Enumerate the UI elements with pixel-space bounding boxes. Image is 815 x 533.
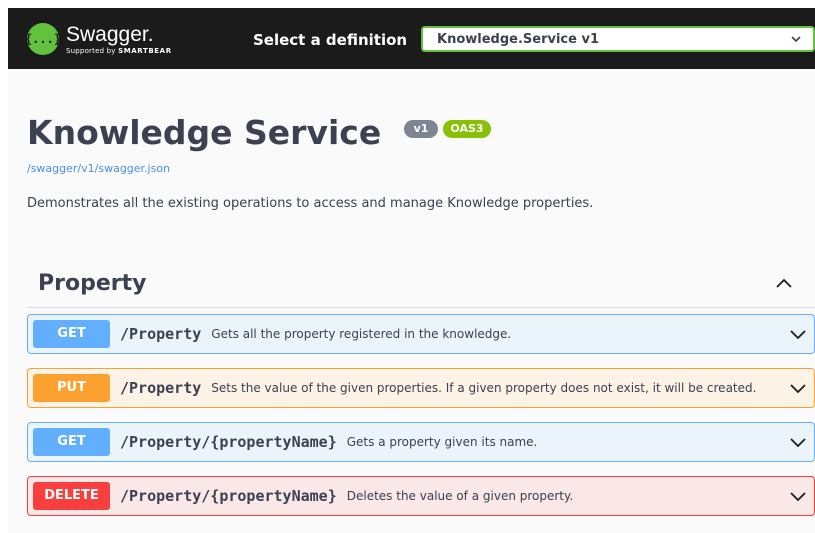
swagger-logo[interactable]: {...} Swagger. Supported by SMARTBEAR — [25, 21, 172, 57]
operation-path: /Property — [120, 325, 202, 343]
chevron-down-icon[interactable] — [790, 328, 806, 340]
version-badge: v1 — [404, 120, 438, 138]
swagger-logo-icon: {...} — [25, 23, 61, 55]
chevron-down-icon[interactable] — [790, 382, 806, 394]
operation-delete-property-by-name[interactable]: DELETE /Property/{propertyName} Deletes … — [27, 476, 815, 516]
chevron-down-icon — [791, 36, 801, 43]
operation-summary: Sets the value of the given properties. … — [211, 381, 757, 395]
logo-sub-brand: SMARTBEAR — [118, 46, 172, 55]
top-bar: {...} Swagger. Supported by SMARTBEAR Se… — [8, 8, 815, 69]
method-badge-get: GET — [33, 320, 110, 348]
operation-get-property-by-name[interactable]: GET /Property/{propertyName} Gets a prop… — [27, 422, 815, 462]
method-badge-get: GET — [33, 428, 110, 456]
operation-put-property[interactable]: PUT /Property Sets the value of the give… — [27, 368, 815, 408]
operation-path: /Property/{propertyName} — [120, 433, 337, 451]
method-badge-delete: DELETE — [33, 482, 110, 510]
swagger-page: {...} Swagger. Supported by SMARTBEAR Se… — [8, 8, 815, 533]
definition-selected-value: Knowledge.Service v1 — [437, 31, 599, 47]
api-description: Demonstrates all the existing operations… — [27, 196, 594, 211]
chevron-down-icon[interactable] — [790, 436, 806, 448]
definition-select[interactable]: Knowledge.Service v1 — [421, 26, 815, 52]
logo-sub-prefix: Supported by — [66, 46, 116, 55]
page-title: Knowledge Service — [27, 113, 382, 152]
operation-summary: Gets all the property registered in the … — [211, 327, 512, 341]
operation-path: /Property/{propertyName} — [120, 487, 337, 505]
operation-summary: Gets a property given its name. — [346, 435, 538, 449]
operation-get-property[interactable]: GET /Property Gets all the property regi… — [27, 314, 815, 354]
tag-header-property[interactable]: Property — [27, 260, 815, 308]
spec-url-link[interactable]: /swagger/v1/swagger.json — [27, 162, 170, 175]
method-badge-put: PUT — [33, 374, 110, 402]
logo-subtitle: Supported by SMARTBEAR — [66, 46, 172, 55]
chevron-down-icon[interactable] — [790, 490, 806, 502]
chevron-up-icon[interactable] — [775, 277, 793, 289]
logo-name: Swagger. — [66, 22, 154, 46]
operation-path: /Property — [120, 379, 202, 397]
definition-label: Select a definition — [253, 31, 408, 49]
tag-name: Property — [38, 271, 147, 296]
oas-badge: OAS3 — [443, 120, 491, 138]
operation-summary: Deletes the value of a given property. — [346, 489, 574, 503]
logo-text: Swagger. Supported by SMARTBEAR — [66, 24, 172, 55]
